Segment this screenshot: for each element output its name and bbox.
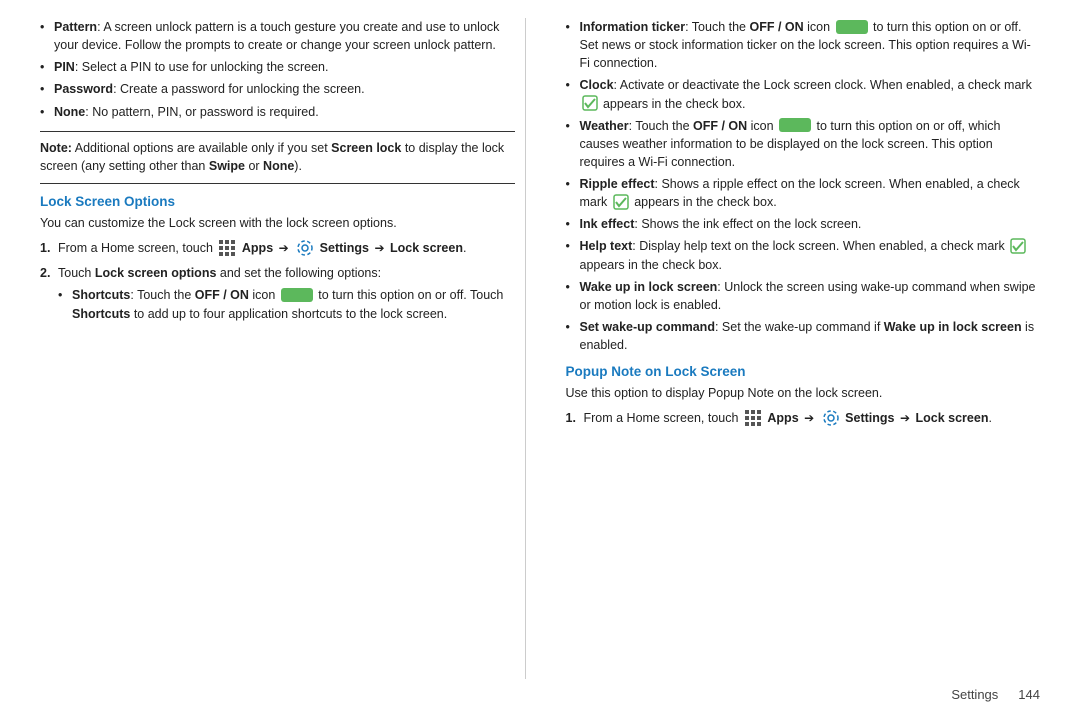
arrow-3: ➔ — [804, 411, 814, 425]
toggle-weather-icon — [779, 118, 811, 132]
checkmark-icon-clock — [582, 95, 598, 111]
step-2: 2. Touch Lock screen options and set the… — [40, 264, 515, 323]
lock-screen-options-body: You can customize the Lock screen with t… — [40, 214, 515, 233]
bullet-weather: Weather: Touch the OFF / ON icon to turn… — [566, 117, 1041, 171]
apps-grid-icon — [218, 239, 236, 257]
popup-step-1-num: 1. — [566, 409, 576, 428]
initial-bullets: Pattern: A screen unlock pattern is a to… — [40, 18, 515, 121]
bullet-clock: Clock: Activate or deactivate the Lock s… — [566, 76, 1041, 112]
bullet-pin: PIN: Select a PIN to use for unlocking t… — [40, 58, 515, 76]
lock-screen-label: Lock screen — [390, 241, 463, 255]
left-column: Pattern: A screen unlock pattern is a to… — [40, 18, 526, 679]
popup-note-heading: Popup Note on Lock Screen — [566, 364, 1041, 379]
right-bullets: Information ticker: Touch the OFF / ON i… — [566, 18, 1041, 354]
sub-shortcuts: Shortcuts: Touch the OFF / ON icon to tu… — [58, 286, 515, 322]
toggle-on-icon — [281, 288, 313, 302]
bullet-ink: Ink effect: Shows the ink effect on the … — [566, 215, 1041, 233]
checkmark-icon-help — [1010, 238, 1026, 254]
step-1-num: 1. — [40, 239, 50, 258]
apps-grid-icon-2 — [744, 409, 762, 427]
settings-label-2: Settings — [845, 411, 894, 425]
apps-label-2: Apps — [767, 411, 798, 425]
popup-note-body: Use this option to display Popup Note on… — [566, 384, 1041, 403]
arrow-2: ➔ — [374, 241, 384, 255]
checkmark-icon-ripple — [613, 194, 629, 210]
bullet-password: Password: Create a password for unlockin… — [40, 80, 515, 98]
toggle-info-icon — [836, 20, 868, 34]
sub-options: Shortcuts: Touch the OFF / ON icon to tu… — [58, 286, 515, 322]
note-box: Note: Additional options are available o… — [40, 131, 515, 185]
footer-settings-label: Settings — [951, 687, 998, 702]
bullet-wakeup-cmd: Set wake-up command: Set the wake-up com… — [566, 318, 1041, 354]
content-area: Pattern: A screen unlock pattern is a to… — [40, 18, 1040, 679]
settings-gear-icon-2 — [822, 409, 840, 427]
bullet-info-ticker: Information ticker: Touch the OFF / ON i… — [566, 18, 1041, 72]
apps-label: Apps — [242, 241, 273, 255]
settings-label: Settings — [320, 241, 369, 255]
bullet-help: Help text: Display help text on the lock… — [566, 237, 1041, 273]
lock-screen-options-heading: Lock Screen Options — [40, 194, 515, 209]
right-column: Information ticker: Touch the OFF / ON i… — [556, 18, 1041, 679]
lock-screen-label-2: Lock screen — [916, 411, 989, 425]
popup-step-1: 1. From a Home screen, touch — [566, 409, 1041, 428]
bullet-ripple: Ripple effect: Shows a ripple effect on … — [566, 175, 1041, 211]
arrow-1: ➔ — [279, 241, 289, 255]
bullet-pattern: Pattern: A screen unlock pattern is a to… — [40, 18, 515, 54]
settings-gear-icon — [296, 239, 314, 257]
popup-note-steps: 1. From a Home screen, touch — [566, 409, 1041, 428]
page: Pattern: A screen unlock pattern is a to… — [0, 0, 1080, 720]
bullet-none: None: No pattern, PIN, or password is re… — [40, 103, 515, 121]
step-1: 1. From a Home screen, touch — [40, 239, 515, 258]
footer-page-number: 144 — [1018, 687, 1040, 702]
lock-screen-steps: 1. From a Home screen, touch — [40, 239, 515, 323]
footer: Settings 144 — [40, 679, 1040, 702]
bullet-wakeup: Wake up in lock screen: Unlock the scree… — [566, 278, 1041, 314]
step-2-num: 2. — [40, 264, 50, 283]
arrow-4: ➔ — [900, 411, 910, 425]
